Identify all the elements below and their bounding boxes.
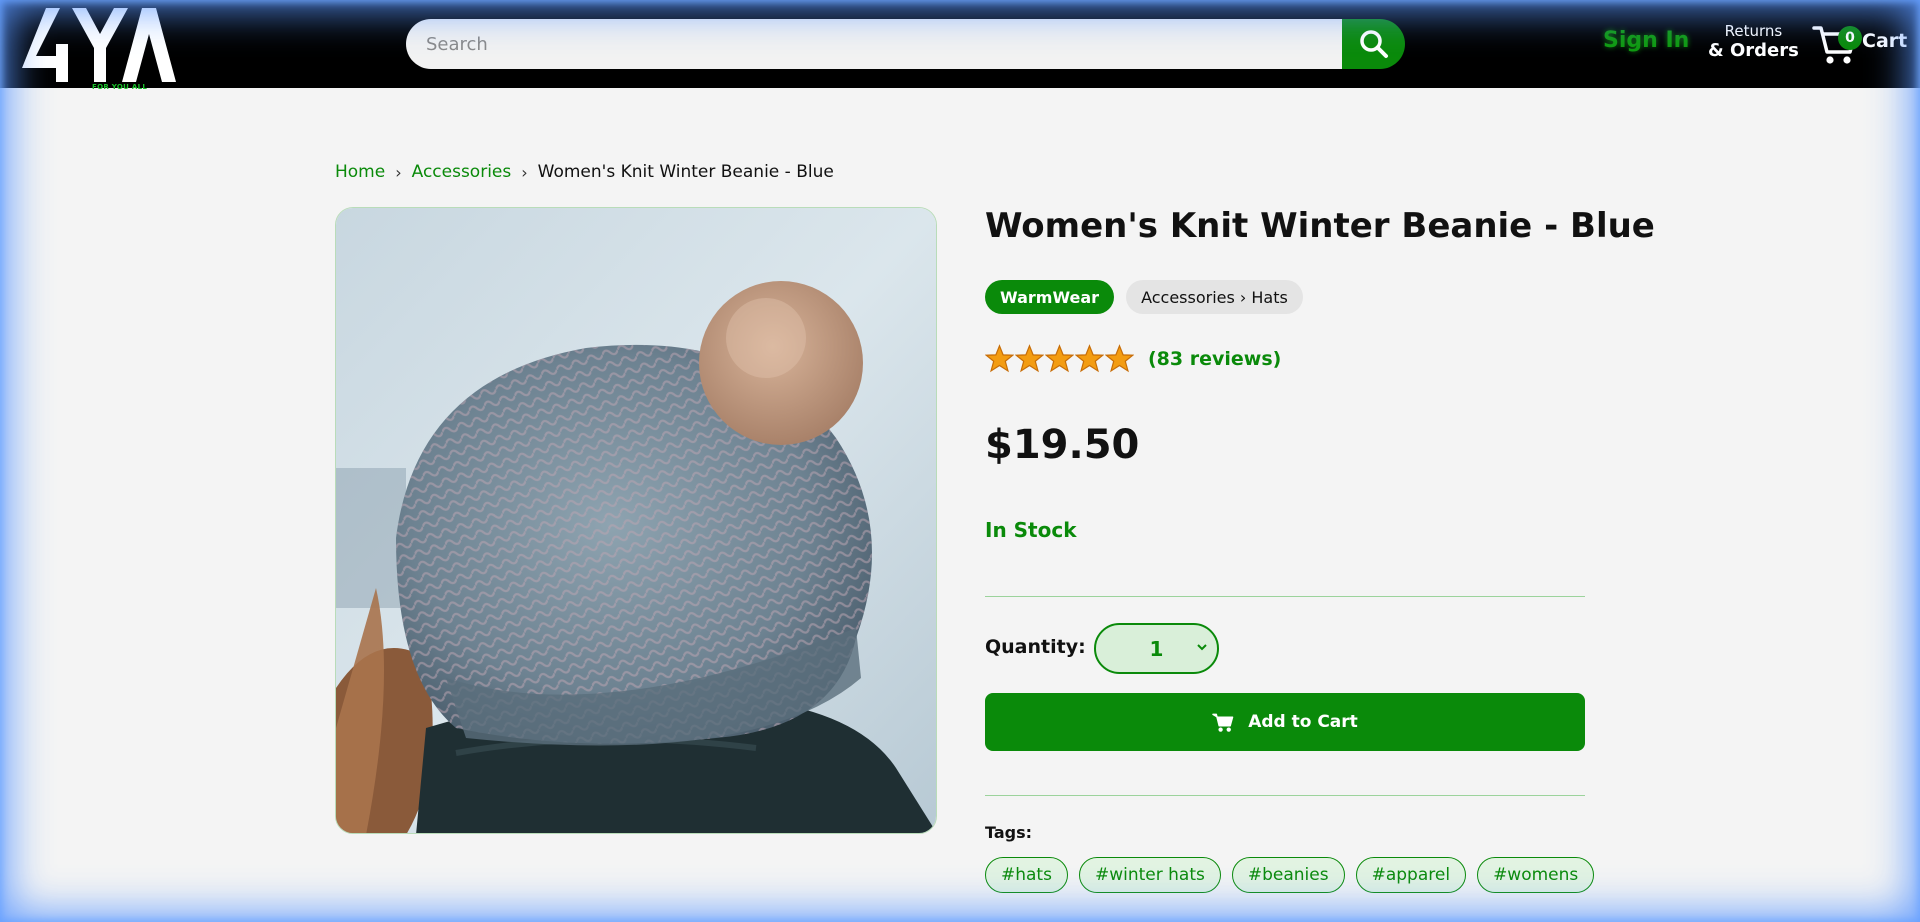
breadcrumb-current: Women's Knit Winter Beanie - Blue [537, 162, 834, 182]
cart-count-badge: 0 [1838, 26, 1862, 50]
product-title: Women's Knit Winter Beanie - Blue [985, 206, 1655, 246]
cart-label: Cart [1862, 30, 1908, 52]
brand-badge[interactable]: WarmWear [985, 280, 1115, 314]
breadcrumb-home[interactable]: Home [335, 162, 385, 182]
site-logo[interactable]: FOR YOU ALL [22, 6, 176, 91]
product-rating: (83 reviews) [985, 344, 1281, 373]
beanie-photo [336, 208, 936, 833]
page-glow-frame [0, 0, 1920, 922]
tag-chip[interactable]: #winter hats [1078, 857, 1221, 893]
quantity-label: Quantity: [985, 636, 1086, 658]
star-icon [985, 344, 1014, 373]
star-icon [1105, 344, 1134, 373]
divider [985, 795, 1585, 796]
product-price: $19.50 [985, 422, 1140, 468]
cart-icon [1212, 713, 1234, 732]
quantity-select[interactable]: 1 [1094, 623, 1219, 674]
divider [985, 596, 1585, 597]
logo-tagline: FOR YOU ALL [92, 83, 148, 91]
orders-label: & Orders [1708, 40, 1799, 61]
tag-list: #hats #winter hats #beanies #apparel #wo… [985, 857, 1595, 893]
search-button[interactable] [1342, 19, 1405, 69]
rating-stars [985, 344, 1134, 373]
search-icon [1359, 30, 1388, 58]
returns-orders-link[interactable]: Returns & Orders [1708, 22, 1799, 61]
star-icon [1015, 344, 1044, 373]
reviews-link[interactable]: (83 reviews) [1148, 348, 1281, 370]
add-to-cart-label: Add to Cart [1248, 712, 1358, 732]
returns-label: Returns [1724, 22, 1783, 40]
product-image[interactable] [335, 207, 937, 834]
chevron-down-icon [1197, 644, 1207, 651]
breadcrumb-separator: › [395, 162, 402, 182]
search-input[interactable] [406, 19, 1342, 69]
tags-label: Tags: [985, 823, 1033, 842]
tag-chip[interactable]: #apparel [1355, 857, 1467, 893]
sign-in-link[interactable]: Sign In [1603, 28, 1689, 53]
tag-chip[interactable]: #hats [985, 857, 1068, 893]
category-badge[interactable]: Accessories › Hats [1126, 280, 1303, 314]
logo-mark [22, 8, 176, 82]
product-badges: WarmWear Accessories › Hats [985, 280, 1303, 314]
tag-chip[interactable]: #beanies [1231, 857, 1345, 893]
breadcrumb-separator: › [521, 162, 528, 182]
tag-chip[interactable]: #womens [1477, 857, 1595, 893]
stock-status: In Stock [985, 518, 1077, 542]
quantity-value: 1 [1149, 636, 1164, 661]
star-icon [1045, 344, 1074, 373]
search-bar [406, 19, 1405, 69]
add-to-cart-button[interactable]: Add to Cart [985, 693, 1585, 751]
breadcrumb-accessories[interactable]: Accessories [412, 162, 512, 182]
star-icon [1075, 344, 1104, 373]
breadcrumb: Home › Accessories › Women's Knit Winter… [335, 162, 834, 182]
site-header: FOR YOU ALL Sign In Returns & Orders 0 C… [0, 0, 1920, 91]
cart-button[interactable]: 0 Cart [1812, 20, 1912, 68]
